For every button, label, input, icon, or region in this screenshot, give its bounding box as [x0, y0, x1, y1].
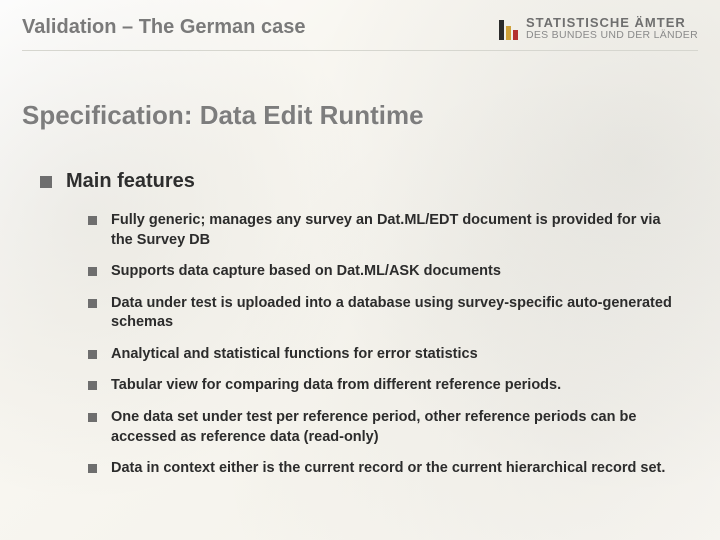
- list-item-text: Tabular view for comparing data from dif…: [111, 376, 680, 396]
- logo-line1: STATISTISCHE ÄMTER: [526, 16, 698, 30]
- list-item-text: Analytical and statistical functions for…: [111, 345, 680, 365]
- list-item-text: Data under test is uploaded into a datab…: [111, 294, 680, 333]
- logo-bars-icon: [499, 16, 518, 40]
- bullet-square-icon: [88, 299, 97, 308]
- list-item: Data under test is uploaded into a datab…: [88, 294, 680, 333]
- list-item-text: Fully generic; manages any survey an Dat…: [111, 211, 680, 250]
- bullet-square-icon: [88, 267, 97, 276]
- list-item: Tabular view for comparing data from dif…: [88, 376, 680, 396]
- feature-list: Fully generic; manages any survey an Dat…: [40, 211, 680, 479]
- kicker-text: Validation – The German case: [22, 16, 305, 39]
- bullet-square-icon: [88, 216, 97, 225]
- list-item-text: Data in context either is the current re…: [111, 459, 680, 479]
- bullet-square-icon: [88, 464, 97, 473]
- bullet-square-icon: [88, 381, 97, 390]
- section-heading-row: Main features: [40, 170, 680, 193]
- header-divider: [22, 50, 698, 51]
- bullet-square-icon: [40, 176, 52, 188]
- list-item: Analytical and statistical functions for…: [88, 345, 680, 365]
- logo-text: STATISTISCHE ÄMTER DES BUNDES UND DER LÄ…: [526, 16, 698, 41]
- bullet-square-icon: [88, 350, 97, 359]
- logo-line2: DES BUNDES UND DER LÄNDER: [526, 30, 698, 41]
- list-item: Fully generic; manages any survey an Dat…: [88, 211, 680, 250]
- list-item-text: One data set under test per reference pe…: [111, 408, 680, 447]
- bullet-square-icon: [88, 413, 97, 422]
- slide-title: Specification: Data Edit Runtime: [22, 100, 424, 131]
- content-section: Main features Fully generic; manages any…: [40, 170, 680, 491]
- list-item-text: Supports data capture based on Dat.ML/AS…: [111, 262, 680, 282]
- list-item: Supports data capture based on Dat.ML/AS…: [88, 262, 680, 282]
- list-item: One data set under test per reference pe…: [88, 408, 680, 447]
- org-logo: STATISTISCHE ÄMTER DES BUNDES UND DER LÄ…: [499, 16, 698, 41]
- slide-header: Validation – The German case STATISTISCH…: [22, 16, 698, 41]
- section-heading: Main features: [66, 170, 195, 193]
- list-item: Data in context either is the current re…: [88, 459, 680, 479]
